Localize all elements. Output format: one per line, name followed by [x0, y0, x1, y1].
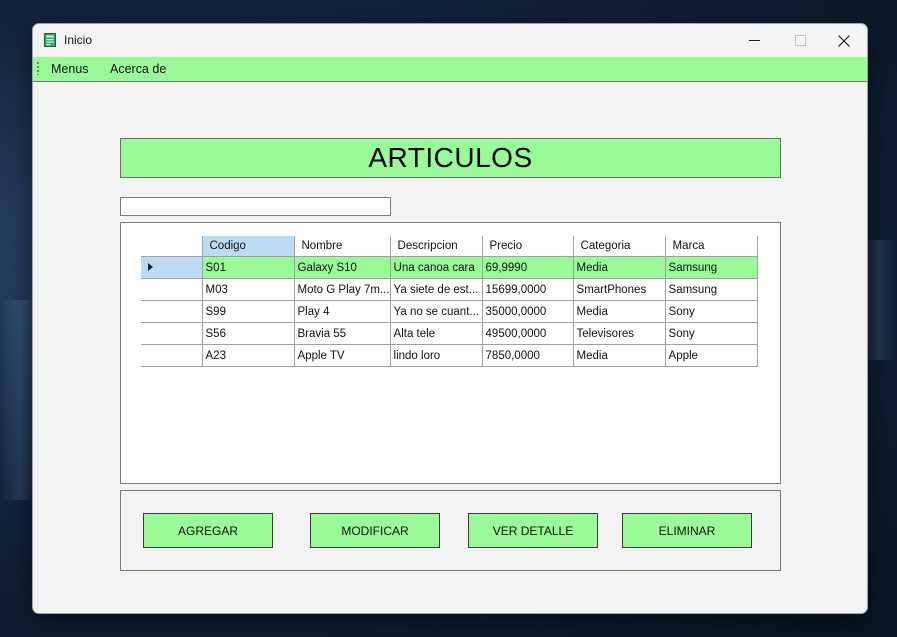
column-header-descripcion[interactable]: Descripcion	[390, 236, 483, 257]
cell-descripcion[interactable]: lindo loro	[390, 344, 483, 367]
column-header-nombre[interactable]: Nombre	[294, 236, 391, 257]
cell-marca[interactable]: Sony	[665, 322, 758, 345]
table-row[interactable]: A23 Apple TV lindo loro 7850,0000 Media …	[141, 344, 758, 367]
cell-marca[interactable]: Samsung	[665, 278, 758, 301]
cell-categoria[interactable]: Media	[573, 256, 666, 279]
row-header[interactable]	[141, 322, 203, 345]
cell-marca[interactable]: Samsung	[665, 256, 758, 279]
cell-descripcion[interactable]: Una canoa cara	[390, 256, 483, 279]
ver-detalle-button[interactable]: VER DETALLE	[468, 513, 598, 548]
cell-codigo[interactable]: S01	[202, 256, 295, 279]
cell-precio[interactable]: 49500,0000	[482, 322, 574, 345]
row-header[interactable]	[141, 256, 203, 279]
window-title: Inicio	[64, 33, 93, 47]
cell-categoria[interactable]: Televisores	[573, 322, 666, 345]
page-title: ARTICULOS	[368, 142, 533, 173]
agregar-button[interactable]: AGREGAR	[143, 513, 273, 548]
main-window: Inicio Menus Acerca de ARTICULOS Codigo …	[32, 23, 868, 614]
grid-corner-header[interactable]	[141, 236, 203, 257]
cell-nombre[interactable]: Moto G Play 7m...	[294, 278, 391, 301]
heading-box: ARTICULOS	[120, 138, 781, 178]
cell-nombre[interactable]: Bravia 55	[294, 322, 391, 345]
row-selector-arrow-icon	[148, 263, 153, 271]
menu-bar: Menus Acerca de	[33, 57, 867, 82]
cell-descripcion[interactable]: Ya no se cuant...	[390, 300, 483, 323]
close-button[interactable]	[821, 24, 867, 57]
cell-marca[interactable]: Sony	[665, 300, 758, 323]
minimize-icon	[748, 40, 760, 41]
button-panel: AGREGAR MODIFICAR VER DETALLE ELIMINAR	[120, 490, 781, 571]
maximize-icon	[794, 35, 806, 46]
row-header[interactable]	[141, 278, 203, 301]
cell-categoria[interactable]: Media	[573, 300, 666, 323]
search-input[interactable]	[120, 197, 391, 216]
column-header-precio[interactable]: Precio	[482, 236, 574, 257]
cell-codigo[interactable]: M03	[202, 278, 295, 301]
cell-nombre[interactable]: Play 4	[294, 300, 391, 323]
minimize-button[interactable]	[731, 24, 777, 57]
column-header-categoria[interactable]: Categoria	[573, 236, 666, 257]
cell-precio[interactable]: 15699,0000	[482, 278, 574, 301]
title-bar[interactable]: Inicio	[33, 24, 867, 57]
cell-nombre[interactable]: Galaxy S10	[294, 256, 391, 279]
cell-categoria[interactable]: SmartPhones	[573, 278, 666, 301]
column-header-marca[interactable]: Marca	[665, 236, 758, 257]
app-icon	[44, 33, 56, 47]
cell-precio[interactable]: 69,9990	[482, 256, 574, 279]
cell-codigo[interactable]: S56	[202, 322, 295, 345]
table-row[interactable]: S01 Galaxy S10 Una canoa cara 69,9990 Me…	[141, 256, 758, 279]
grid-header-row: Codigo Nombre Descripcion Precio Categor…	[141, 236, 758, 257]
cell-precio[interactable]: 7850,0000	[482, 344, 574, 367]
close-icon	[838, 34, 850, 47]
cell-codigo[interactable]: S99	[202, 300, 295, 323]
table-row[interactable]: S56 Bravia 55 Alta tele 49500,0000 Telev…	[141, 322, 758, 345]
table-row[interactable]: S99 Play 4 Ya no se cuant... 35000,0000 …	[141, 300, 758, 323]
table-row[interactable]: M03 Moto G Play 7m... Ya siete de est...…	[141, 278, 758, 301]
cell-nombre[interactable]: Apple TV	[294, 344, 391, 367]
row-header[interactable]	[141, 344, 203, 367]
client-area: ARTICULOS Codigo Nombre Descripcion Prec…	[33, 82, 867, 613]
cell-descripcion[interactable]: Alta tele	[390, 322, 483, 345]
menu-menus[interactable]: Menus	[51, 62, 89, 76]
cell-precio[interactable]: 35000,0000	[482, 300, 574, 323]
articles-grid[interactable]: Codigo Nombre Descripcion Precio Categor…	[141, 236, 758, 367]
row-header[interactable]	[141, 300, 203, 323]
maximize-button[interactable]	[777, 24, 823, 57]
menu-grip-icon[interactable]	[37, 62, 39, 75]
grid-panel: Codigo Nombre Descripcion Precio Categor…	[120, 222, 781, 484]
cell-marca[interactable]: Apple	[665, 344, 758, 367]
menu-acerca-de[interactable]: Acerca de	[110, 62, 166, 76]
eliminar-button[interactable]: ELIMINAR	[622, 513, 752, 548]
column-header-codigo[interactable]: Codigo	[202, 236, 295, 257]
modificar-button[interactable]: MODIFICAR	[310, 513, 440, 548]
cell-categoria[interactable]: Media	[573, 344, 666, 367]
cell-descripcion[interactable]: Ya siete de est...	[390, 278, 483, 301]
cell-codigo[interactable]: A23	[202, 344, 295, 367]
